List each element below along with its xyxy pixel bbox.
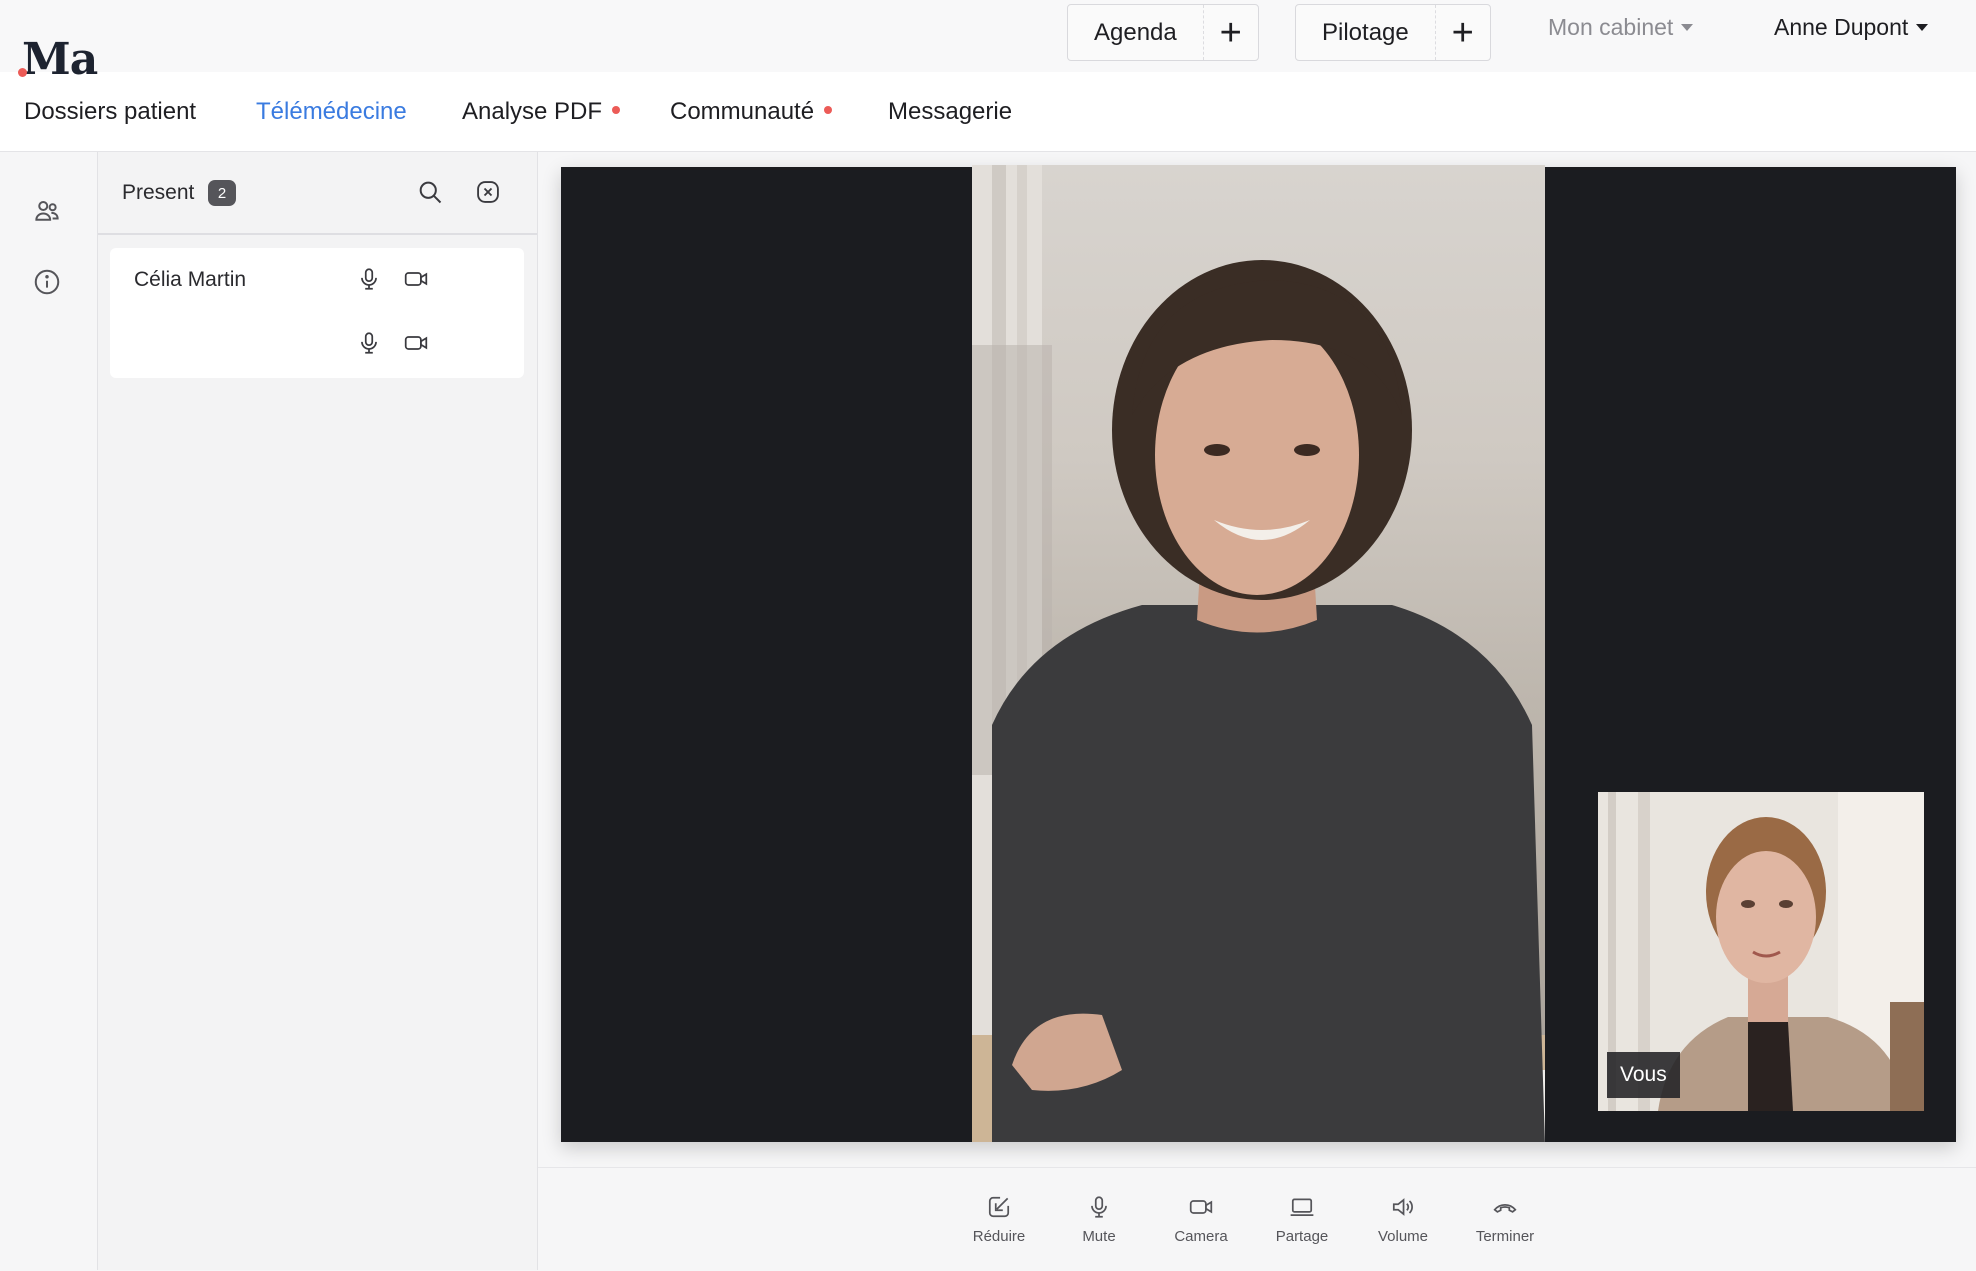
participants-title: Present xyxy=(122,181,195,204)
microphone-icon[interactable] xyxy=(356,266,382,292)
app-header: Ma Agenda + Pilotage + Mon cabinet Anne … xyxy=(0,0,1976,155)
agenda-button[interactable]: Agenda xyxy=(1068,5,1203,60)
tab-label: Messagerie xyxy=(888,98,1013,125)
search-icon[interactable] xyxy=(416,178,444,206)
pilotage-quick-action: Pilotage + xyxy=(1295,4,1491,61)
info-icon[interactable] xyxy=(32,267,62,297)
pilotage-button[interactable]: Pilotage xyxy=(1296,5,1435,60)
notification-dot xyxy=(612,106,621,114)
volume-button[interactable]: Volume xyxy=(1358,1194,1448,1245)
cabinet-dropdown-label: Mon cabinet xyxy=(1548,14,1674,40)
self-video-label: Vous xyxy=(1607,1052,1680,1098)
user-dropdown-label: Anne Dupont xyxy=(1774,14,1909,40)
video-stage: Vous xyxy=(561,165,1956,1142)
microphone-icon xyxy=(1091,1196,1107,1218)
plus-icon: + xyxy=(1219,11,1242,54)
participant-name: Célia Martin xyxy=(134,268,247,291)
reduce-button[interactable]: Réduire xyxy=(954,1194,1044,1245)
screen-share-icon xyxy=(1290,1198,1314,1216)
tool-label: Réduire xyxy=(972,1228,1026,1245)
camera-icon[interactable] xyxy=(403,330,429,356)
volume-icon xyxy=(1392,1198,1413,1216)
tab-label: Télémédecine xyxy=(256,98,407,125)
tab-label: Communauté xyxy=(670,98,815,125)
participants-card: Célia Martin xyxy=(110,248,524,378)
plus-icon: + xyxy=(1451,11,1474,54)
left-rail xyxy=(0,152,98,1270)
agenda-quick-action: Agenda + xyxy=(1067,4,1259,61)
remote-participant-image xyxy=(972,165,1545,1142)
tab-dossiers-patient[interactable]: Dossiers patient xyxy=(24,98,196,152)
tab-label: Dossiers patient xyxy=(24,98,197,125)
remote-video xyxy=(972,165,1545,1142)
camera-button[interactable]: Camera xyxy=(1156,1194,1246,1245)
chevron-down-icon xyxy=(1916,24,1929,31)
close-icon[interactable] xyxy=(474,178,502,206)
pilotage-add-button[interactable]: + xyxy=(1434,5,1490,60)
agenda-add-button[interactable]: + xyxy=(1202,5,1258,60)
hang-up-button[interactable]: Terminer xyxy=(1460,1194,1550,1245)
notification-dot xyxy=(824,106,833,114)
camera-icon[interactable] xyxy=(403,266,429,292)
logo-dot xyxy=(18,68,27,77)
tab-messagerie[interactable]: Messagerie xyxy=(888,98,1012,152)
tab-analyse-pdf[interactable]: Analyse PDF xyxy=(462,98,621,152)
tab-telemedecine[interactable]: Télémédecine xyxy=(256,98,407,155)
mute-button[interactable]: Mute xyxy=(1054,1194,1144,1245)
tool-label: Terminer xyxy=(1475,1228,1535,1245)
participants-header: Present 2 xyxy=(98,152,537,235)
cabinet-dropdown[interactable]: Mon cabinet xyxy=(1548,14,1694,41)
minimize-icon xyxy=(988,1196,1010,1218)
participants-count-badge: 2 xyxy=(208,180,236,206)
hang-up-icon xyxy=(1493,1203,1517,1213)
tool-label: Camera xyxy=(1174,1228,1228,1245)
tool-label: Partage xyxy=(1275,1228,1329,1245)
app-logo[interactable]: Ma xyxy=(22,34,98,85)
tool-label: Volume xyxy=(1377,1228,1429,1245)
share-button[interactable]: Partage xyxy=(1257,1194,1347,1245)
users-icon[interactable] xyxy=(32,196,62,226)
tab-communaute[interactable]: Communauté xyxy=(670,98,833,152)
microphone-icon[interactable] xyxy=(356,330,382,356)
tool-label: Mute xyxy=(1082,1228,1116,1245)
camera-icon xyxy=(1189,1200,1213,1214)
participants-panel: Present 2 Célia Martin xyxy=(98,152,538,1270)
call-toolbar: Réduire Mute Camera Partage Volume Termi… xyxy=(538,1167,1976,1271)
chevron-down-icon xyxy=(1681,24,1694,31)
tab-label: Analyse PDF xyxy=(462,98,603,125)
user-dropdown[interactable]: Anne Dupont xyxy=(1774,14,1929,41)
